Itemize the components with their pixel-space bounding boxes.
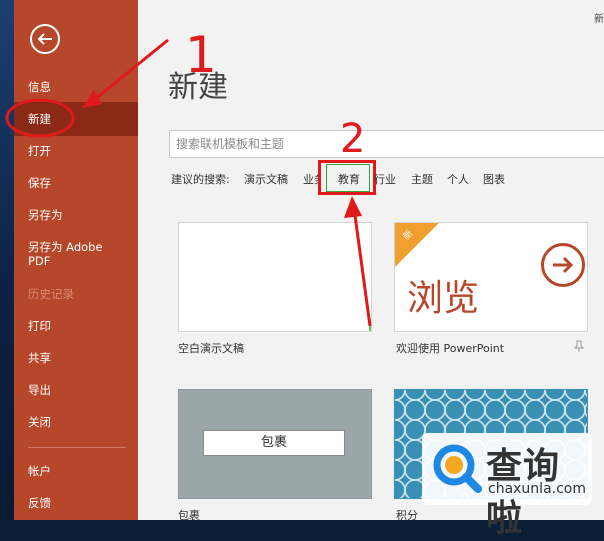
template-blank-presentation[interactable] [178, 222, 372, 332]
template-welcome-caption: 欢迎使用 PowerPoint [396, 342, 505, 355]
back-arrow-icon [37, 33, 52, 45]
nav-print[interactable]: 打印 [28, 319, 51, 333]
backstage-sidebar: 信息 新建 打开 保存 另存为 另存为 Adobe PDF 历史记录 打印 共享… [14, 0, 138, 520]
pin-icon[interactable] [574, 340, 584, 352]
desktop-background [0, 0, 14, 520]
welcome-art-text: 浏览 [407, 278, 480, 319]
watermark: 查询啦 chaxunla.com [422, 433, 592, 539]
template-blank-caption: 空白演示文稿 [178, 342, 244, 355]
template-wrap[interactable]: 包裹 [178, 389, 372, 499]
nav-account[interactable]: 帐户 [28, 464, 51, 478]
nav-save[interactable]: 保存 [28, 176, 51, 190]
suggested-search-themes[interactable]: 主题 [411, 171, 433, 187]
back-button[interactable] [30, 24, 60, 54]
arrow-right-circle-icon [541, 243, 585, 287]
template-points-caption: 积分 [396, 509, 418, 522]
template-wrap-caption: 包裹 [178, 509, 200, 522]
nav-close[interactable]: 关闭 [28, 415, 51, 429]
suggested-searches-label: 建议的搜索: [171, 173, 230, 186]
wrap-title-box: 包裹 [203, 430, 345, 456]
suggested-search-personal[interactable]: 个人 [447, 171, 469, 187]
suggested-search-industry[interactable]: 行业 [374, 171, 398, 187]
template-search-box[interactable] [169, 130, 604, 158]
nav-share[interactable]: 共享 [28, 351, 51, 365]
nav-feedback[interactable]: 反馈 [28, 496, 51, 510]
template-search-input[interactable] [170, 131, 604, 157]
magnifier-logo-icon [433, 444, 482, 493]
nav-open[interactable]: 打开 [28, 144, 51, 158]
nav-separator [28, 447, 126, 448]
nav-save-as[interactable]: 另存为 [28, 208, 63, 222]
nav-info[interactable]: 信息 [28, 80, 51, 94]
suggested-search-charts[interactable]: 图表 [483, 171, 505, 187]
suggested-search-education[interactable]: 教育 [338, 171, 360, 187]
nav-export[interactable]: 导出 [28, 383, 51, 397]
watermark-url: chaxunla.com [488, 481, 586, 497]
nav-new[interactable]: 新建 [28, 112, 51, 126]
cursor-mark-icon [369, 319, 371, 331]
nav-save-as-adobe-pdf[interactable]: 另存为 Adobe PDF [28, 240, 128, 268]
window-title-fragment: 新 [594, 14, 604, 25]
suggested-search-presentations[interactable]: 演示文稿 [244, 171, 288, 187]
page-title: 新建 [168, 70, 228, 105]
nav-history: 历史记录 [28, 287, 74, 301]
template-welcome-powerpoint[interactable]: 新 浏览 [394, 222, 588, 332]
